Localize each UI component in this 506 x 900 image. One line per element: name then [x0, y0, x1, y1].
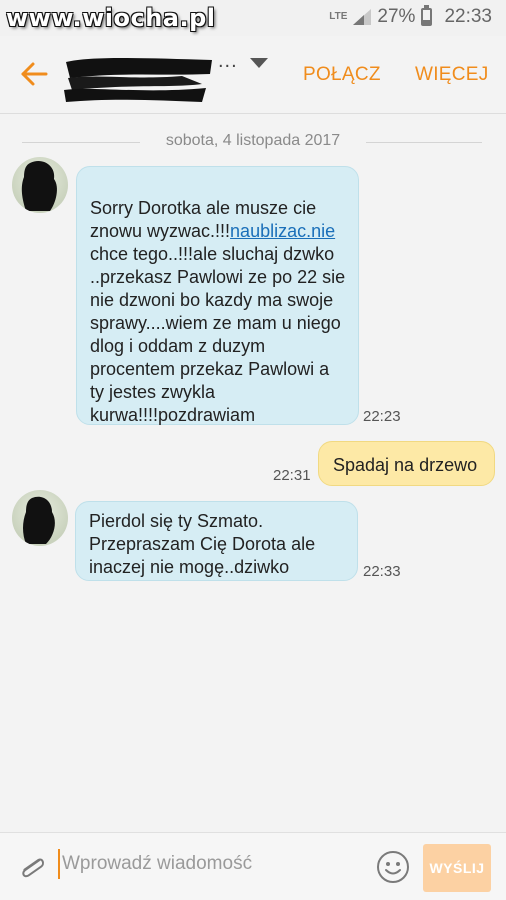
- contact-name-redacted[interactable]: [62, 54, 232, 104]
- message-bubble-outgoing[interactable]: Spadaj na drzewo: [318, 441, 495, 486]
- message-time: 22:33: [363, 563, 401, 580]
- message-text: Pierdol się ty Szmato. Przepraszam Cię D…: [89, 511, 316, 577]
- avatar[interactable]: [12, 157, 68, 213]
- attach-icon[interactable]: [16, 851, 48, 883]
- signal-icon: [353, 9, 372, 25]
- message-bubble-incoming[interactable]: Pierdol się ty Szmato. Przepraszam Cię D…: [75, 501, 358, 581]
- battery-percent: 27%: [377, 6, 416, 27]
- divider: [366, 142, 482, 143]
- send-button[interactable]: WYŚLIJ: [423, 844, 491, 892]
- date-separator: sobota, 4 listopada 2017: [0, 131, 506, 153]
- status-indicators: LTE 27% 22:33: [329, 5, 492, 28]
- message-bubble-incoming[interactable]: Sorry Dorotka ale musze cie znowu wyzwac…: [76, 166, 359, 425]
- message-text: Spadaj na drzewo: [333, 455, 478, 475]
- message-time: 22:31: [273, 467, 311, 484]
- avatar-silhouette-icon: [21, 160, 57, 211]
- status-bar: www.wiocha.pl LTE 27% 22:33: [0, 0, 506, 36]
- dropdown-caret-icon[interactable]: [250, 58, 268, 68]
- date-label: sobota, 4 listopada 2017: [165, 132, 341, 149]
- message-link[interactable]: naublizac.nie: [230, 221, 335, 241]
- more-button[interactable]: WIĘCEJ: [415, 64, 489, 86]
- contact-name-ellipsis[interactable]: ...: [218, 50, 238, 73]
- conversation-header: ... POŁĄCZ WIĘCEJ: [0, 36, 506, 114]
- battery-icon: [421, 5, 433, 26]
- watermark: www.wiocha.pl: [6, 4, 216, 32]
- avatar-silhouette-icon: [23, 496, 55, 544]
- emoji-icon[interactable]: [376, 850, 410, 884]
- message-text: chce tego..!!!ale sluchaj dzwko ..przeka…: [90, 244, 346, 425]
- back-arrow-icon[interactable]: [18, 58, 50, 90]
- message-input[interactable]: [58, 849, 358, 879]
- message-composer: WYŚLIJ: [0, 832, 506, 900]
- network-type: LTE: [329, 11, 348, 22]
- clock: 22:33: [444, 6, 492, 27]
- avatar[interactable]: [12, 490, 68, 546]
- message-time: 22:23: [363, 408, 401, 425]
- call-button[interactable]: POŁĄCZ: [303, 64, 381, 86]
